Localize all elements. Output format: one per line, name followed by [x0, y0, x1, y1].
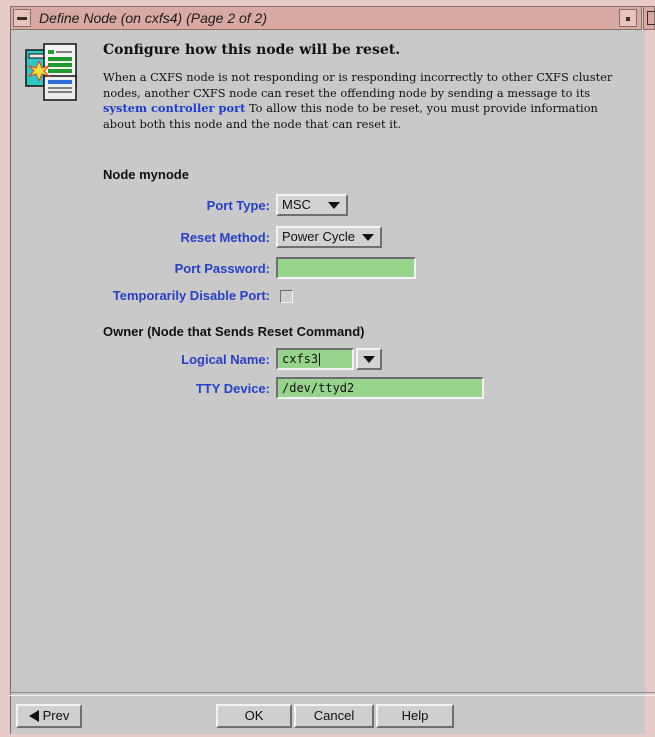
triangle-down-icon [362, 234, 374, 241]
document-wizard-icon [22, 40, 84, 104]
disable-port-label: Temporarily Disable Port: [112, 288, 270, 303]
port-type-value: MSC [282, 197, 311, 212]
button-bar-separator [10, 692, 655, 696]
description-text: When a CXFS node is not responding or is… [103, 70, 613, 100]
port-password-field[interactable] [276, 257, 416, 279]
text-caret [319, 353, 321, 366]
maximize-icon[interactable] [643, 6, 655, 30]
logical-name-field[interactable]: cxfs3 [276, 348, 354, 370]
logical-name-value: cxfs3 [282, 352, 319, 366]
left-triangle-icon [28, 709, 39, 722]
ok-button[interactable]: OK [216, 704, 292, 728]
node-section-title: Node mynode [103, 167, 189, 182]
reset-method-label: Reset Method: [180, 230, 270, 245]
port-type-label: Port Type: [206, 198, 270, 213]
logical-name-combo[interactable]: cxfs3 [276, 348, 382, 370]
tty-device-label: TTY Device: [195, 381, 270, 396]
title-bar[interactable]: Define Node (on cxfs4) (Page 2 of 2) [10, 6, 642, 30]
window-menu-icon[interactable] [13, 9, 31, 27]
reset-method-value: Power Cycle [282, 229, 355, 244]
port-password-label: Port Password: [174, 261, 270, 276]
owner-section-title: Owner (Node that Sends Reset Command) [103, 324, 365, 339]
page-heading: Configure how this node will be reset. [103, 42, 401, 58]
triangle-down-icon [328, 202, 340, 209]
prev-button[interactable]: Prev [16, 704, 82, 728]
window-title: Define Node (on cxfs4) (Page 2 of 2) [39, 10, 268, 26]
window-right-border [645, 30, 655, 737]
system-controller-port-link[interactable]: system controller port [103, 101, 245, 115]
disable-port-checkbox[interactable] [280, 290, 293, 303]
help-button[interactable]: Help [376, 704, 454, 728]
page-description: When a CXFS node is not responding or is… [103, 70, 633, 132]
port-type-select[interactable]: MSC [276, 194, 348, 216]
tty-device-field[interactable]: /dev/ttyd2 [276, 377, 484, 399]
prev-label: Prev [42, 708, 70, 723]
logical-name-dropdown-button[interactable] [356, 348, 382, 370]
cancel-button[interactable]: Cancel [294, 704, 374, 728]
reset-method-select[interactable]: Power Cycle [276, 226, 382, 248]
minimize-icon[interactable] [619, 9, 637, 27]
logical-name-label: Logical Name: [181, 352, 270, 367]
triangle-down-icon [363, 356, 375, 363]
